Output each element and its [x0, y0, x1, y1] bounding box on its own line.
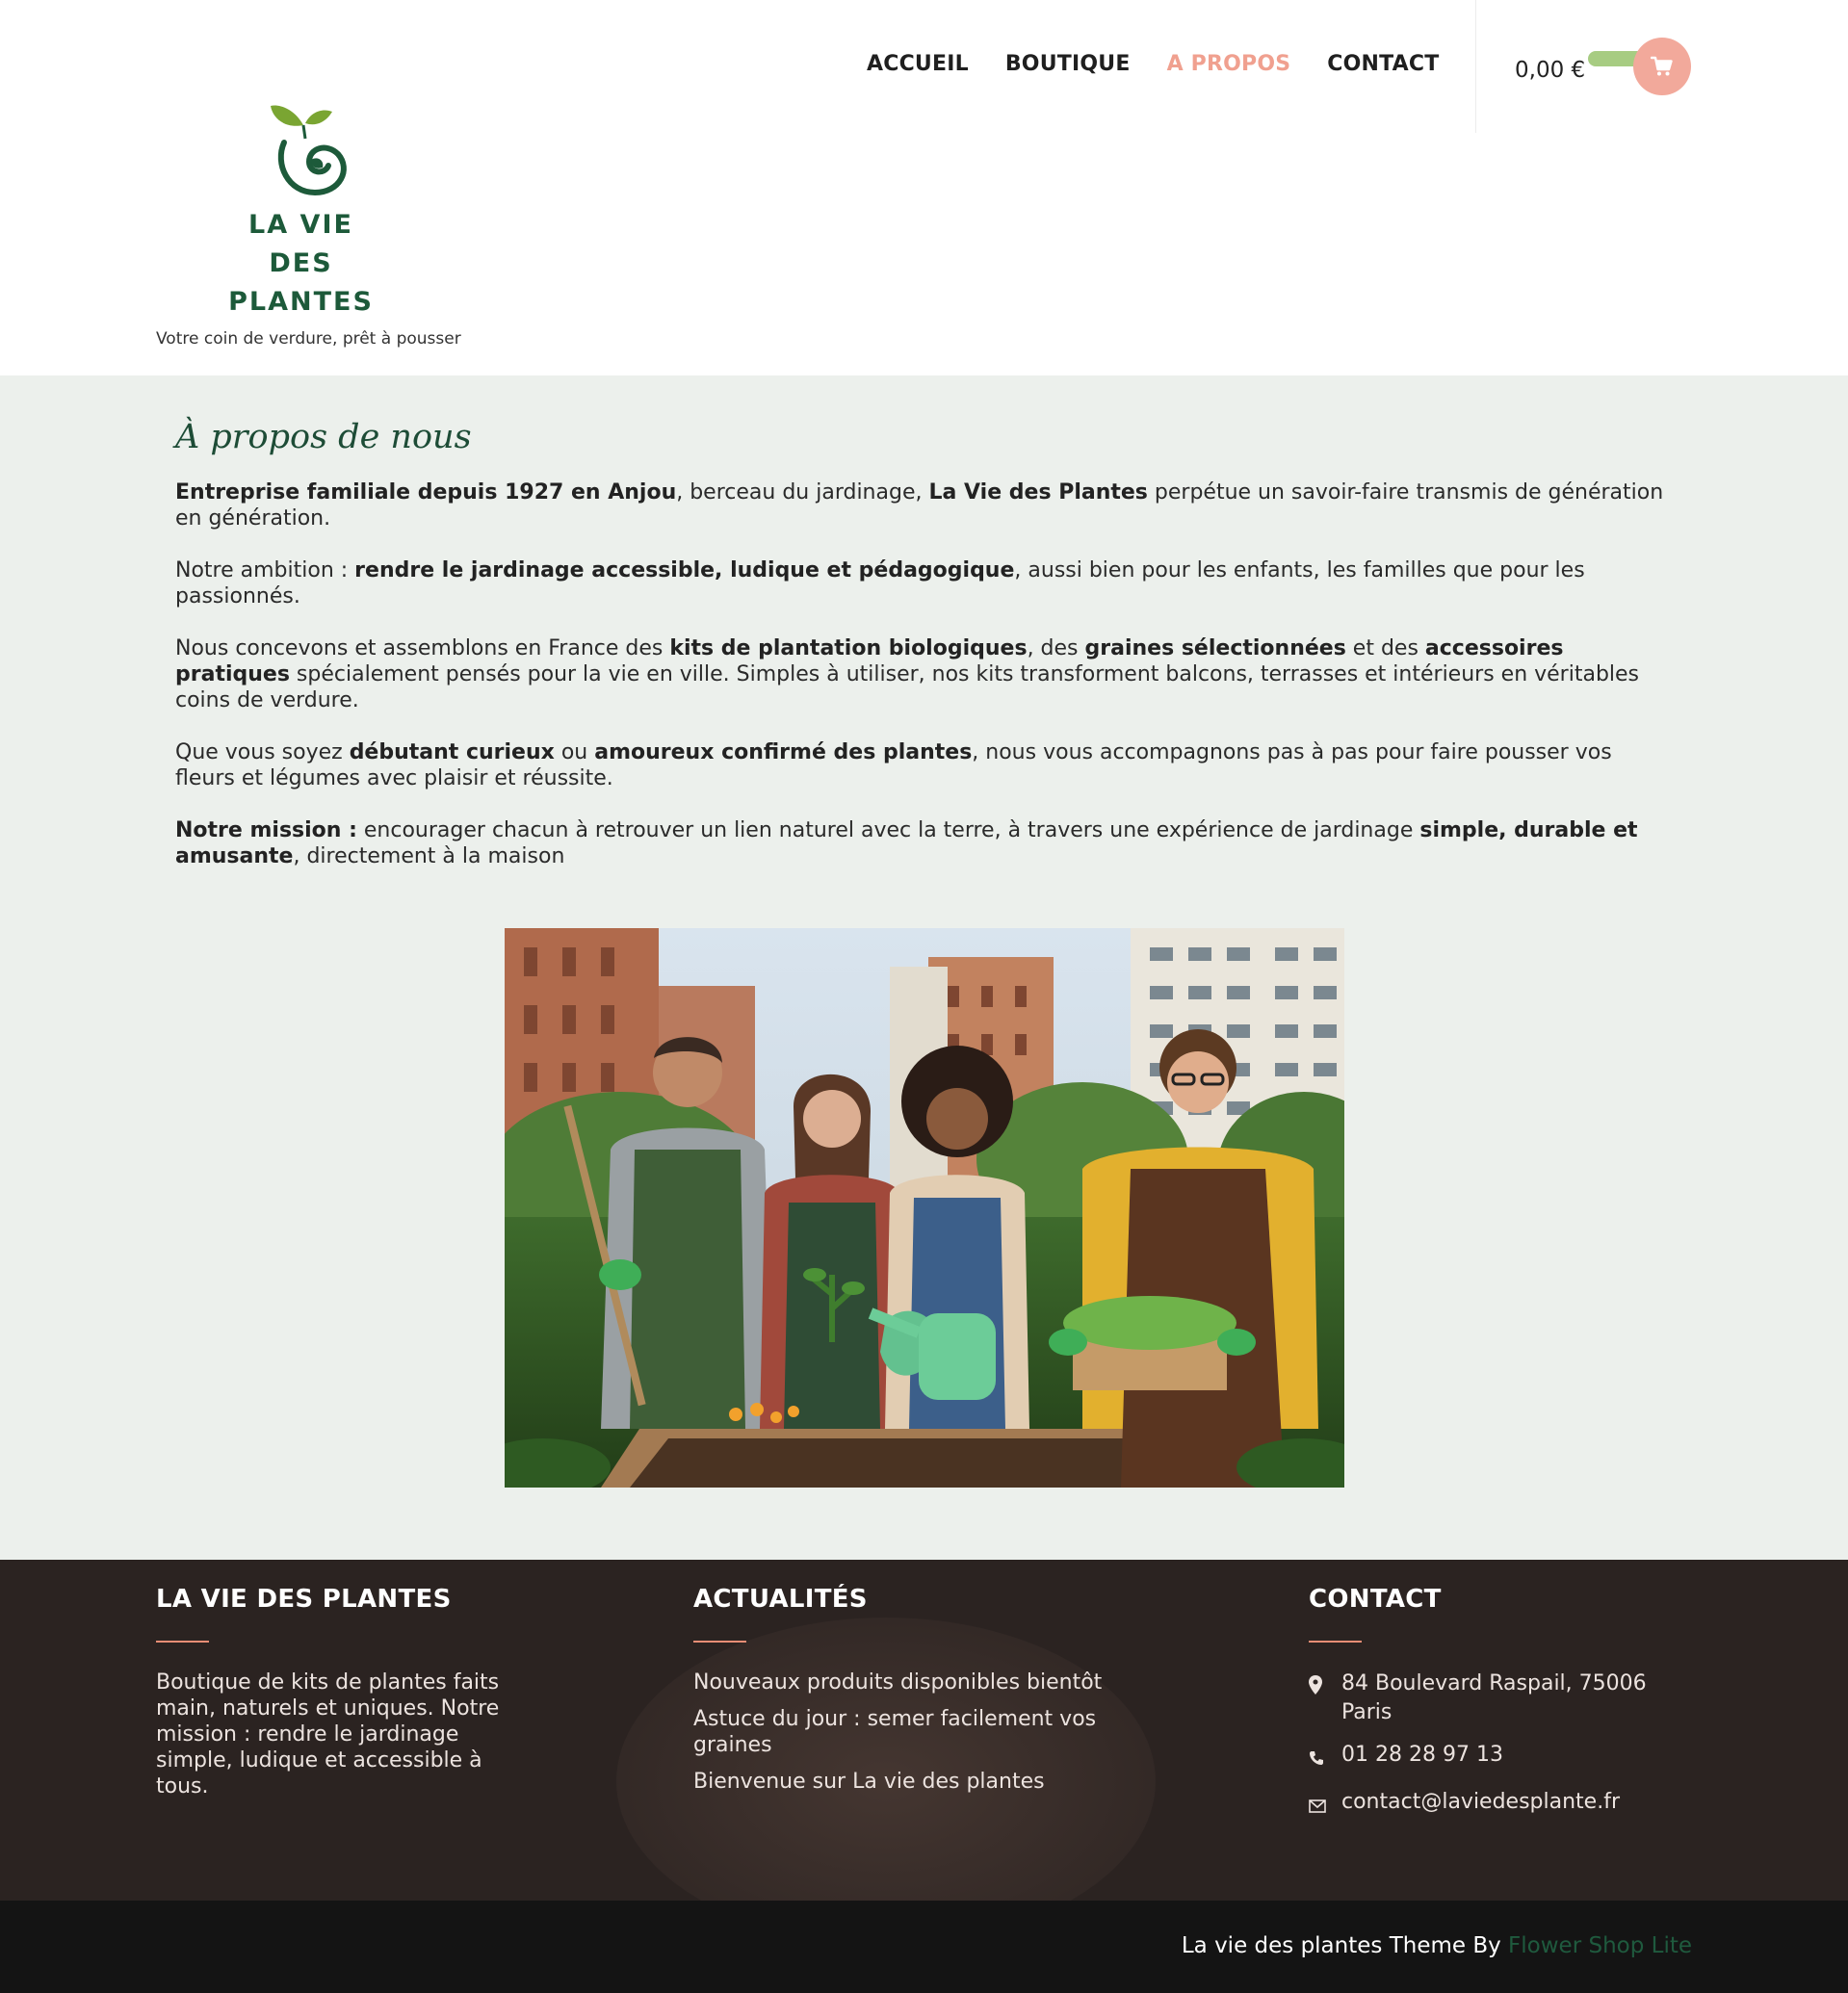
map-pin-icon	[1309, 1669, 1341, 1703]
text: , berceau du jardinage,	[676, 480, 929, 505]
about-section: À propos de nous Entreprise familiale de…	[0, 375, 1848, 1560]
shopping-cart-icon	[1651, 56, 1673, 76]
bold-text: Entreprise familiale depuis 1927 en Anjo…	[175, 480, 677, 505]
about-paragraph: Nous concevons et assemblons en France d…	[175, 635, 1678, 713]
about-paragraph: Notre mission : encourager chacun à retr…	[175, 817, 1678, 869]
nav-item-a-propos[interactable]: A PROPOS	[1167, 52, 1291, 76]
news-link[interactable]: Astuce du jour : semer facilement vos gr…	[693, 1706, 1136, 1758]
nav-item-boutique[interactable]: BOUTIQUE	[1005, 52, 1131, 76]
site-logo[interactable]: LA VIE DES PLANTES	[217, 100, 385, 317]
footer-heading-underline	[156, 1641, 209, 1643]
team-garden-photo	[505, 928, 1344, 1488]
nav-item-contact[interactable]: CONTACT	[1327, 52, 1439, 76]
footer-about-text: Boutique de kits de plantes faits main, …	[156, 1670, 500, 1799]
bold-text: débutant curieux	[349, 740, 555, 764]
text: Notre ambition :	[175, 558, 355, 582]
footer-column-news: ACTUALITÉS Nouveaux produits disponibles…	[693, 1585, 1136, 1805]
footer-heading-underline	[693, 1641, 746, 1643]
news-link[interactable]: Nouveaux produits disponibles bientôt	[693, 1669, 1136, 1695]
text: encourager chacun à retrouver un lien na…	[356, 818, 1420, 842]
text: Que vous soyez	[175, 740, 350, 764]
logo-wordmark: LA VIE DES PLANTES	[217, 206, 385, 322]
cart-total[interactable]: 0,00 €	[1515, 58, 1585, 83]
nav-item-accueil[interactable]: ACCUEIL	[867, 52, 969, 76]
text: et des	[1345, 636, 1425, 660]
text: , des	[1027, 636, 1085, 660]
footer-column-contact: CONTACT 84 Boulevard Raspail, 75006 Pari…	[1309, 1585, 1694, 1835]
contact-phone-text[interactable]: 01 28 28 97 13	[1341, 1741, 1503, 1770]
text: ou	[554, 740, 595, 764]
text: Nous concevons et assemblons en France d…	[175, 636, 670, 660]
sprout-logo-icon	[271, 105, 347, 196]
bold-text: kits de plantation biologiques	[669, 636, 1028, 660]
footer-heading-underline	[1309, 1641, 1362, 1643]
about-paragraph: Que vous soyez débutant curieux ou amour…	[175, 739, 1678, 791]
text: spécialement pensés pour la vie en ville…	[175, 662, 1640, 712]
bold-text: Notre mission :	[175, 818, 357, 842]
footer-heading: LA VIE DES PLANTES	[156, 1585, 452, 1614]
phone-icon	[1309, 1741, 1341, 1774]
main-nav: ACCUEIL BOUTIQUE A PROPOS CONTACT	[867, 46, 1439, 81]
contact-email-link[interactable]: contact@laviedesplante.fr	[1341, 1788, 1620, 1817]
contact-email: contact@laviedesplante.fr	[1309, 1788, 1694, 1822]
site-header: ACCUEIL BOUTIQUE A PROPOS CONTACT 0,00 €…	[0, 0, 1848, 375]
copyright-bar: La vie des plantes Theme By Flower Shop …	[0, 1901, 1848, 1993]
envelope-icon	[1309, 1788, 1341, 1822]
cart-button[interactable]	[1633, 38, 1691, 95]
contact-phone: 01 28 28 97 13	[1309, 1741, 1694, 1774]
theme-link[interactable]: Flower Shop Lite	[1508, 1933, 1692, 1958]
theme-credits: La vie des plantes Theme By Flower Shop …	[1182, 1933, 1692, 1958]
bold-text: La Vie des Plantes	[928, 480, 1148, 505]
about-paragraph: Entreprise familiale depuis 1927 en Anjo…	[175, 479, 1678, 531]
header-divider	[1475, 0, 1476, 133]
credits-text: La vie des plantes Theme By	[1181, 1933, 1509, 1958]
bold-text: graines sélectionnées	[1084, 636, 1346, 660]
site-tagline: Votre coin de verdure, prêt à pousser	[156, 329, 461, 349]
about-text: Entreprise familiale depuis 1927 en Anjo…	[175, 479, 1678, 895]
logo-line-1: LA VIE DES	[248, 210, 353, 278]
bold-text: amoureux confirmé des plantes	[594, 740, 973, 764]
text: , directement à la maison	[293, 844, 565, 868]
contact-address: 84 Boulevard Raspail, 75006 Paris	[1309, 1669, 1694, 1727]
bold-text: rendre le jardinage accessible, ludique …	[354, 558, 1015, 582]
about-paragraph: Notre ambition : rendre le jardinage acc…	[175, 557, 1678, 609]
footer-heading: CONTACT	[1309, 1585, 1442, 1614]
footer-heading: ACTUALITÉS	[693, 1585, 868, 1614]
news-link[interactable]: Bienvenue sur La vie des plantes	[693, 1769, 1136, 1795]
page-title: À propos de nous	[175, 418, 472, 456]
contact-address-text: 84 Boulevard Raspail, 75006 Paris	[1341, 1671, 1647, 1724]
team-photo-illustration	[505, 928, 1344, 1488]
footer-column-about: LA VIE DES PLANTES Boutique de kits de p…	[156, 1585, 522, 1799]
site-footer: LA VIE DES PLANTES Boutique de kits de p…	[0, 1560, 1848, 1901]
logo-line-2: PLANTES	[228, 287, 374, 317]
